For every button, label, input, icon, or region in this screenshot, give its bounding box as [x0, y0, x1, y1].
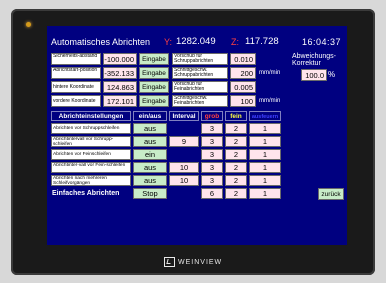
fine-count-field[interactable]: 2	[225, 175, 247, 186]
front-coordinate-label: vordere Koordinate	[51, 95, 101, 107]
dress-start-position-enter-button[interactable]: Eingabe	[139, 67, 169, 79]
fine-count-field[interactable]: 2	[225, 149, 247, 160]
simple-fine-count-field[interactable]: 2	[225, 188, 247, 199]
spark-out-count-field[interactable]: 1	[249, 136, 281, 147]
deviation-correction-unit: %	[328, 70, 336, 79]
spark-out-count-field[interactable]: 1	[249, 162, 281, 173]
spark-out-count-field[interactable]: 1	[249, 149, 281, 160]
onoff-toggle-button[interactable]: aus	[133, 136, 167, 147]
coarse-count-field[interactable]: 3	[201, 123, 223, 134]
coarse-header: grob	[201, 111, 223, 121]
table-row-label: Abrichtintervall vor Schrupp-schleifen	[51, 136, 131, 147]
spark-out-count-field[interactable]: 1	[249, 175, 281, 186]
simple-dressing-stop-button[interactable]: Stop	[133, 188, 167, 199]
simple-spark-out-count-field[interactable]: 1	[249, 188, 281, 199]
onoff-toggle-button[interactable]: aus	[133, 123, 167, 134]
page-title: Automatisches Abrichten	[51, 37, 151, 47]
fine-feed-label: Vorschub für Feinabrichten	[172, 81, 228, 93]
interval-field[interactable]: 9	[169, 136, 199, 147]
fine-count-field[interactable]: 2	[225, 123, 247, 134]
rough-feed-value: 0.010	[230, 53, 256, 65]
hmi-screen: Automatisches Abrichten Y: 1282.049 Z: 1…	[47, 26, 347, 245]
table-row-label: Abrichten nach mehreren Schleifvorgängen	[51, 175, 131, 186]
table-row-label: Abrichten vor Feinschleifen	[51, 149, 131, 160]
fine-header: fein	[225, 111, 247, 121]
brand-name: WEINVIEW	[178, 258, 223, 266]
deviation-correction-value: 100.0	[301, 69, 327, 81]
spark-out-header: ausfeuern	[249, 111, 281, 121]
brand-logo: WEINVIEW	[164, 257, 222, 267]
fine-speed-value: 100	[230, 95, 256, 107]
front-coordinate-value: 172.101	[103, 95, 137, 107]
fine-count-field[interactable]: 2	[225, 162, 247, 173]
onoff-toggle-button[interactable]: ein	[133, 149, 167, 160]
fine-count-field[interactable]: 2	[225, 136, 247, 147]
interval-field[interactable]: 10	[169, 162, 199, 173]
interval-header: Interval	[169, 111, 199, 121]
coarse-count-field[interactable]: 3	[201, 149, 223, 160]
coarse-count-field[interactable]: 3	[201, 162, 223, 173]
y-axis-value: 1282.049	[176, 36, 216, 47]
safety-distance-value: -100.000	[103, 53, 137, 65]
fine-speed-label: Schnittgeschw. Feinabrichten	[172, 95, 228, 107]
z-axis-label: Z:	[231, 37, 239, 47]
rear-coordinate-value: 124.863	[103, 81, 137, 93]
simple-coarse-count-field[interactable]: 6	[201, 188, 223, 199]
onoff-toggle-button[interactable]: aus	[133, 162, 167, 173]
z-axis-value: 117.728	[245, 36, 279, 47]
dress-start-position-label: Abrichtstart-position	[51, 67, 101, 79]
table-row-label: Abrichtinter-vall vor Fein-schleifen	[51, 162, 131, 173]
back-button[interactable]: zurück	[318, 188, 344, 200]
coarse-count-field[interactable]: 3	[201, 136, 223, 147]
deviation-correction-label: Abweichungs-Korrektur	[292, 53, 336, 67]
simple-dressing-label: Einfaches Abrichten	[52, 190, 120, 197]
clock-display: 16:04:37	[302, 37, 342, 47]
dress-settings-header: Abrichteinstellungen	[51, 111, 131, 121]
safety-distance-enter-button[interactable]: Eingabe	[139, 53, 169, 65]
rough-speed-value: 200	[230, 67, 256, 79]
safety-distance-label: Sicherheits-abstand	[51, 53, 101, 65]
rough-feed-label: Vorschub für Schruppabrichten	[172, 53, 228, 65]
weinview-logo-icon	[164, 257, 175, 267]
rear-coordinate-enter-button[interactable]: Eingabe	[139, 81, 169, 93]
rough-speed-unit: mm/min	[259, 70, 281, 76]
dress-start-position-value: -352.133	[103, 67, 137, 79]
fine-speed-unit: mm/min	[259, 98, 281, 104]
front-coordinate-enter-button[interactable]: Eingabe	[139, 95, 169, 107]
table-row-label: Abrichten vor Schruppschleifen	[51, 123, 131, 134]
onoff-toggle-button[interactable]: aus	[133, 175, 167, 186]
onoff-header: ein/aus	[133, 111, 167, 121]
y-axis-label: Y:	[164, 37, 173, 47]
fine-feed-value: 0.005	[230, 81, 256, 93]
coarse-count-field[interactable]: 3	[201, 175, 223, 186]
spark-out-count-field[interactable]: 1	[249, 123, 281, 134]
power-led-icon	[26, 22, 31, 27]
rough-speed-label: Schnittgeschw. Schruppabrichten	[172, 67, 228, 79]
interval-field[interactable]: 10	[169, 175, 199, 186]
rear-coordinate-label: hintere Koordinate	[51, 81, 101, 93]
